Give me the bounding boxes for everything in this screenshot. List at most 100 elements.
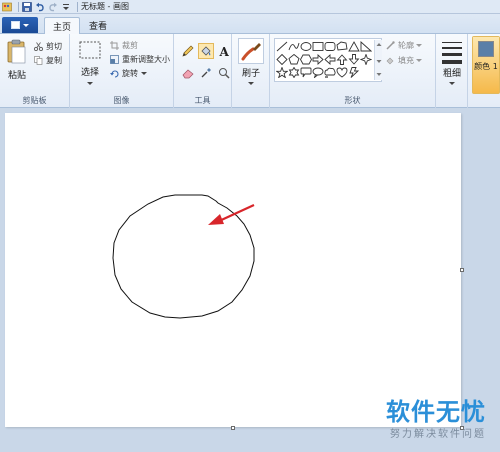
rotate-chevron-down-icon bbox=[141, 69, 147, 78]
shapes-group-label: 形状 bbox=[344, 96, 361, 105]
rectangle-shape-icon[interactable] bbox=[312, 41, 324, 52]
brush-icon[interactable] bbox=[238, 38, 264, 64]
scissors-icon bbox=[33, 41, 44, 51]
paste-icon[interactable] bbox=[6, 38, 28, 66]
shapes-group: 轮廓 填充 形状 bbox=[270, 34, 436, 108]
eraser-icon[interactable] bbox=[180, 65, 196, 81]
colors-group: 颜色 1 bbox=[470, 34, 500, 108]
fill-bucket-icon[interactable] bbox=[198, 43, 214, 59]
rotate-button[interactable]: 旋转 bbox=[110, 67, 147, 79]
paste-button[interactable]: 粘贴 bbox=[2, 68, 32, 81]
clipboard-group-label: 剪贴板 bbox=[22, 96, 47, 105]
save-icon[interactable] bbox=[22, 1, 32, 12]
brushes-group: 刷子 bbox=[232, 34, 270, 108]
window-title: 无标题 - 画图 bbox=[81, 2, 129, 11]
pencil-icon[interactable] bbox=[180, 43, 196, 59]
triangle-shape-icon[interactable] bbox=[348, 41, 360, 52]
crop-label: 裁剪 bbox=[122, 40, 138, 50]
drawing-svg bbox=[112, 194, 255, 319]
left-arrow-shape-icon[interactable] bbox=[324, 54, 336, 65]
tab-view[interactable]: 查看 bbox=[84, 17, 112, 34]
size-group: 粗细 bbox=[436, 34, 468, 108]
paint-menu-button[interactable] bbox=[2, 17, 38, 33]
canvas-resize-handle-bottom[interactable] bbox=[231, 426, 235, 430]
fill-button[interactable]: 填充 bbox=[386, 54, 422, 66]
up-arrow-shape-icon[interactable] bbox=[336, 54, 348, 65]
outline-label: 轮廓 bbox=[398, 40, 414, 50]
separator bbox=[77, 1, 78, 12]
watermark: 软件无忧 努力解决软件问题 bbox=[386, 399, 486, 440]
rotate-label: 旋转 bbox=[122, 68, 138, 78]
outline-button[interactable]: 轮廓 bbox=[386, 39, 422, 51]
down-arrow-shape-icon[interactable] bbox=[348, 54, 360, 65]
copy-icon bbox=[34, 55, 43, 65]
lightning-shape-icon[interactable] bbox=[348, 67, 360, 78]
fill-chevron-down-icon bbox=[416, 56, 422, 65]
polygon-shape-icon[interactable] bbox=[336, 41, 348, 52]
copy-label: 复制 bbox=[46, 55, 62, 65]
separator bbox=[18, 1, 19, 12]
redo-icon[interactable] bbox=[48, 2, 58, 12]
right-arrow-shape-icon[interactable] bbox=[312, 54, 324, 65]
size-button[interactable]: 粗细 bbox=[438, 66, 466, 79]
tab-home[interactable]: 主页 bbox=[44, 17, 80, 35]
svg-text:A: A bbox=[219, 45, 230, 57]
resize-icon bbox=[110, 54, 119, 64]
paint-app-icon[interactable] bbox=[2, 2, 12, 12]
drawn-circle-shape bbox=[112, 194, 255, 319]
cut-label: 剪切 bbox=[46, 41, 62, 51]
color-picker-icon[interactable] bbox=[198, 65, 214, 81]
fill-icon bbox=[386, 56, 395, 65]
curve-shape-icon[interactable] bbox=[288, 41, 300, 52]
select-chevron-down-icon[interactable] bbox=[87, 79, 93, 89]
watermark-main-text: 软件无忧 bbox=[386, 398, 486, 426]
red-arrow-head bbox=[208, 214, 224, 225]
outline-chevron-down-icon bbox=[416, 41, 422, 50]
watermark-sub-text: 努力解决软件问题 bbox=[390, 429, 486, 440]
four-point-star-shape-icon[interactable] bbox=[360, 54, 372, 65]
oval-shape-icon[interactable] bbox=[300, 41, 312, 52]
clipboard-group: 粘贴 剪切 复制 剪贴板 bbox=[0, 34, 70, 108]
five-point-star-shape-icon[interactable] bbox=[276, 67, 288, 78]
diamond-shape-icon[interactable] bbox=[276, 54, 288, 65]
ribbon-tab-row: 主页 查看 bbox=[0, 14, 500, 35]
color1-button[interactable]: 颜色 1 bbox=[472, 36, 500, 94]
rotate-icon bbox=[110, 69, 119, 78]
select-icon[interactable] bbox=[78, 40, 102, 62]
line-shape-icon[interactable] bbox=[276, 41, 288, 52]
brushes-chevron-down-icon[interactable] bbox=[248, 79, 254, 89]
size-chevron-down-icon[interactable] bbox=[449, 79, 455, 89]
image-group-label: 图像 bbox=[113, 96, 130, 105]
six-point-star-shape-icon[interactable] bbox=[288, 67, 300, 78]
shapes-scrollbar[interactable] bbox=[374, 40, 382, 80]
tools-group-label: 工具 bbox=[194, 96, 211, 105]
select-button[interactable]: 选择 bbox=[74, 65, 106, 78]
outline-icon bbox=[386, 40, 395, 50]
text-tool-icon[interactable]: A bbox=[216, 43, 232, 59]
right-triangle-shape-icon[interactable] bbox=[360, 41, 372, 52]
line-width-icon[interactable] bbox=[442, 40, 462, 64]
oval-callout-shape-icon[interactable] bbox=[312, 67, 324, 78]
crop-button[interactable]: 裁剪 bbox=[110, 39, 138, 51]
rounded-callout-shape-icon[interactable] bbox=[300, 67, 312, 78]
magnifier-icon[interactable] bbox=[216, 65, 232, 81]
canvas-resize-handle-right[interactable] bbox=[460, 268, 464, 272]
fill-label: 填充 bbox=[398, 55, 414, 65]
undo-icon[interactable] bbox=[35, 2, 45, 12]
drawing-canvas[interactable] bbox=[5, 113, 461, 427]
document-icon bbox=[11, 21, 20, 29]
crop-icon bbox=[110, 40, 119, 50]
chevron-down-icon bbox=[23, 23, 29, 27]
heart-shape-icon[interactable] bbox=[336, 67, 348, 78]
customize-toolbar-icon[interactable] bbox=[61, 2, 71, 12]
copy-button[interactable]: 复制 bbox=[34, 54, 62, 66]
color1-swatch bbox=[478, 41, 494, 57]
cloud-callout-shape-icon[interactable] bbox=[324, 67, 336, 78]
pentagon-shape-icon[interactable] bbox=[288, 54, 300, 65]
tools-group: A 工具 bbox=[174, 34, 232, 108]
resize-button[interactable]: 重新调整大小 bbox=[110, 53, 170, 65]
rounded-rectangle-shape-icon[interactable] bbox=[324, 41, 336, 52]
brushes-button[interactable]: 刷子 bbox=[234, 66, 268, 79]
cut-button[interactable]: 剪切 bbox=[33, 40, 62, 52]
hexagon-shape-icon[interactable] bbox=[300, 54, 312, 65]
